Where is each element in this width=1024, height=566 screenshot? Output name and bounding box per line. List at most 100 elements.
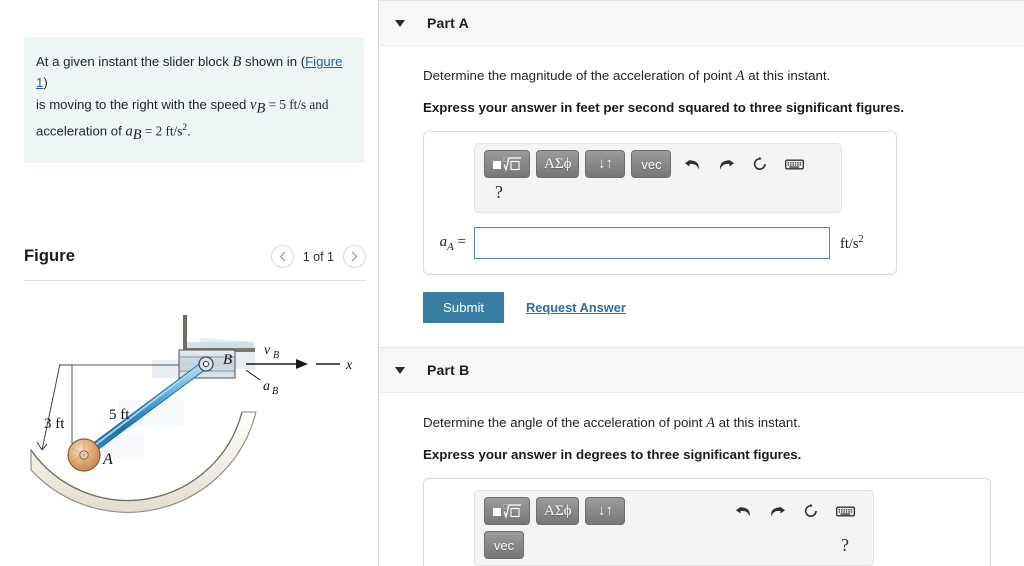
pin-b-inner bbox=[202, 360, 210, 368]
redo-glyph bbox=[720, 159, 734, 169]
part-b-question-var: A bbox=[706, 415, 715, 431]
figure-diagram: B A 5 ft 3 ft v B a B x bbox=[24, 300, 366, 550]
request-answer-link[interactable]: Request Answer bbox=[526, 300, 626, 315]
chevron-left-icon bbox=[279, 251, 286, 262]
label-point-a: A bbox=[102, 451, 113, 468]
problem-text-2: shown in ( bbox=[241, 54, 306, 69]
part-b-body: Determine the angle of the acceleration … bbox=[379, 393, 1024, 566]
part-a-question-tail: at this instant. bbox=[744, 68, 831, 83]
submit-button[interactable]: Submit bbox=[423, 292, 505, 323]
greek-button[interactable]: ΑΣϕ bbox=[536, 497, 580, 525]
redo-icon[interactable] bbox=[711, 150, 741, 178]
problem-line2: is moving to the right with the speed bbox=[36, 96, 251, 112]
label-x-axis: x bbox=[345, 358, 353, 373]
reset-icon[interactable] bbox=[745, 150, 775, 178]
keyboard-icon[interactable] bbox=[830, 497, 860, 525]
figure-title: Figure bbox=[24, 247, 76, 265]
dimension-leader-3ft bbox=[41, 363, 61, 451]
reset-glyph bbox=[804, 503, 817, 517]
acceleration-leader bbox=[245, 369, 261, 381]
figure-svg: B A 5 ft 3 ft v B a B x bbox=[30, 315, 353, 513]
part-a-question-text: Determine the magnitude of the accelerat… bbox=[423, 68, 736, 83]
undo-icon[interactable] bbox=[677, 150, 707, 178]
label-acceleration-sub: B bbox=[272, 386, 278, 397]
velocity-arrow-head bbox=[296, 359, 308, 369]
keyboard-icon[interactable] bbox=[779, 150, 809, 178]
greek-button[interactable]: ΑΣϕ bbox=[536, 150, 580, 178]
template-button[interactable]: □ bbox=[484, 497, 530, 525]
keyboard-glyph bbox=[835, 506, 855, 516]
figure-counter: 1 of 1 bbox=[302, 249, 334, 264]
reset-icon[interactable] bbox=[796, 497, 826, 525]
part-a-instruction: Express your answer in feet per second s… bbox=[423, 100, 905, 115]
problem-var-b: B bbox=[232, 54, 242, 70]
acceleration-value: = 2 ft/s bbox=[141, 123, 183, 139]
figure-divider bbox=[24, 280, 366, 281]
undo-glyph bbox=[735, 506, 750, 516]
part-b-answer-card: □ ΑΣϕ ↓↑ vec ? bbox=[423, 478, 991, 566]
right-panel: Part A Determine the magnitude of the ac… bbox=[379, 0, 1024, 566]
undo-glyph bbox=[684, 159, 699, 169]
part-a-question-var: A bbox=[735, 68, 745, 84]
part-b-label: Part B bbox=[427, 362, 470, 378]
updown-button[interactable]: ↓↑ bbox=[585, 497, 626, 525]
chevron-right-icon bbox=[351, 251, 358, 262]
part-a-actions: Submit Request Answer bbox=[423, 292, 1024, 323]
keyboard-glyph bbox=[785, 159, 804, 169]
part-b-question-tail: at this instant. bbox=[714, 415, 801, 430]
caret-down-icon[interactable] bbox=[395, 19, 405, 27]
label-acceleration: a bbox=[263, 379, 270, 394]
reset-glyph bbox=[754, 156, 767, 170]
nth-root-icon: □ bbox=[493, 156, 521, 173]
part-a-header[interactable]: Part A bbox=[379, 0, 1024, 46]
label-rod-length: 5 ft bbox=[109, 407, 130, 423]
part-a-block: Part A Determine the magnitude of the ac… bbox=[379, 0, 1024, 323]
part-b-block: Part B Determine the angle of the accele… bbox=[379, 347, 1024, 566]
redo-glyph bbox=[770, 506, 785, 516]
part-a-answer-card: □ ΑΣϕ ↓↑ vec ? aA = ft/s2 bbox=[423, 131, 897, 275]
label-point-b: B bbox=[223, 352, 232, 368]
updown-button[interactable]: ↓↑ bbox=[585, 150, 626, 178]
label-velocity: v bbox=[264, 343, 271, 358]
vec-button[interactable]: vec bbox=[631, 150, 672, 178]
undo-icon[interactable] bbox=[728, 497, 758, 525]
redo-icon[interactable] bbox=[762, 497, 792, 525]
answer-equals: = bbox=[457, 233, 466, 250]
help-icon[interactable]: ? bbox=[830, 531, 860, 559]
part-b-header[interactable]: Part B bbox=[379, 347, 1024, 393]
problem-period: . bbox=[186, 123, 191, 139]
vec-button[interactable]: vec bbox=[484, 531, 524, 559]
part-b-toolbar-row2: vec ? bbox=[484, 531, 864, 559]
help-icon[interactable]: ? bbox=[484, 178, 514, 206]
figure-next-button[interactable] bbox=[343, 245, 366, 268]
part-a-answer-variable: aA = bbox=[438, 234, 474, 253]
part-a-answer-row: aA = ft/s2 bbox=[438, 227, 882, 259]
part-a-answer-input[interactable] bbox=[474, 227, 830, 259]
left-panel: At a given instant the slider block B sh… bbox=[0, 0, 379, 566]
part-a-label: Part A bbox=[427, 15, 469, 31]
label-velocity-sub: B bbox=[273, 350, 279, 361]
rod-ab bbox=[80, 360, 210, 459]
part-a-unit-exponent: 2 bbox=[858, 233, 864, 245]
part-a-question: Determine the magnitude of the accelerat… bbox=[423, 68, 1024, 85]
template-button[interactable]: □ bbox=[484, 150, 530, 178]
acceleration-symbol: a bbox=[125, 123, 133, 140]
caret-down-icon[interactable] bbox=[395, 366, 405, 374]
part-b-instruction: Express your answer in degrees to three … bbox=[423, 447, 802, 462]
velocity-subscript: B bbox=[256, 100, 266, 117]
part-a-unit: ft/s2 bbox=[830, 234, 864, 253]
page-root: At a given instant the slider block B sh… bbox=[0, 0, 1024, 566]
velocity-value: = 5 ft/s and bbox=[265, 96, 329, 112]
nth-root-icon: □ bbox=[493, 503, 521, 520]
acceleration-subscript: B bbox=[132, 127, 142, 144]
part-a-body: Determine the magnitude of the accelerat… bbox=[379, 46, 1024, 323]
figure-prev-button[interactable] bbox=[270, 245, 294, 268]
part-a-math-toolbar: □ ΑΣϕ ↓↑ vec ? bbox=[474, 143, 842, 213]
problem-statement: At a given instant the slider block B sh… bbox=[24, 37, 364, 163]
figure-navigation: 1 of 1 bbox=[270, 245, 366, 268]
part-a-unit-text: ft/s bbox=[840, 235, 859, 252]
problem-text-3: ) bbox=[43, 75, 48, 91]
part-b-math-toolbar: □ ΑΣϕ ↓↑ vec ? bbox=[474, 490, 874, 566]
right-angle-marker bbox=[60, 364, 73, 377]
figure-header: Figure 1 of 1 bbox=[24, 245, 366, 268]
